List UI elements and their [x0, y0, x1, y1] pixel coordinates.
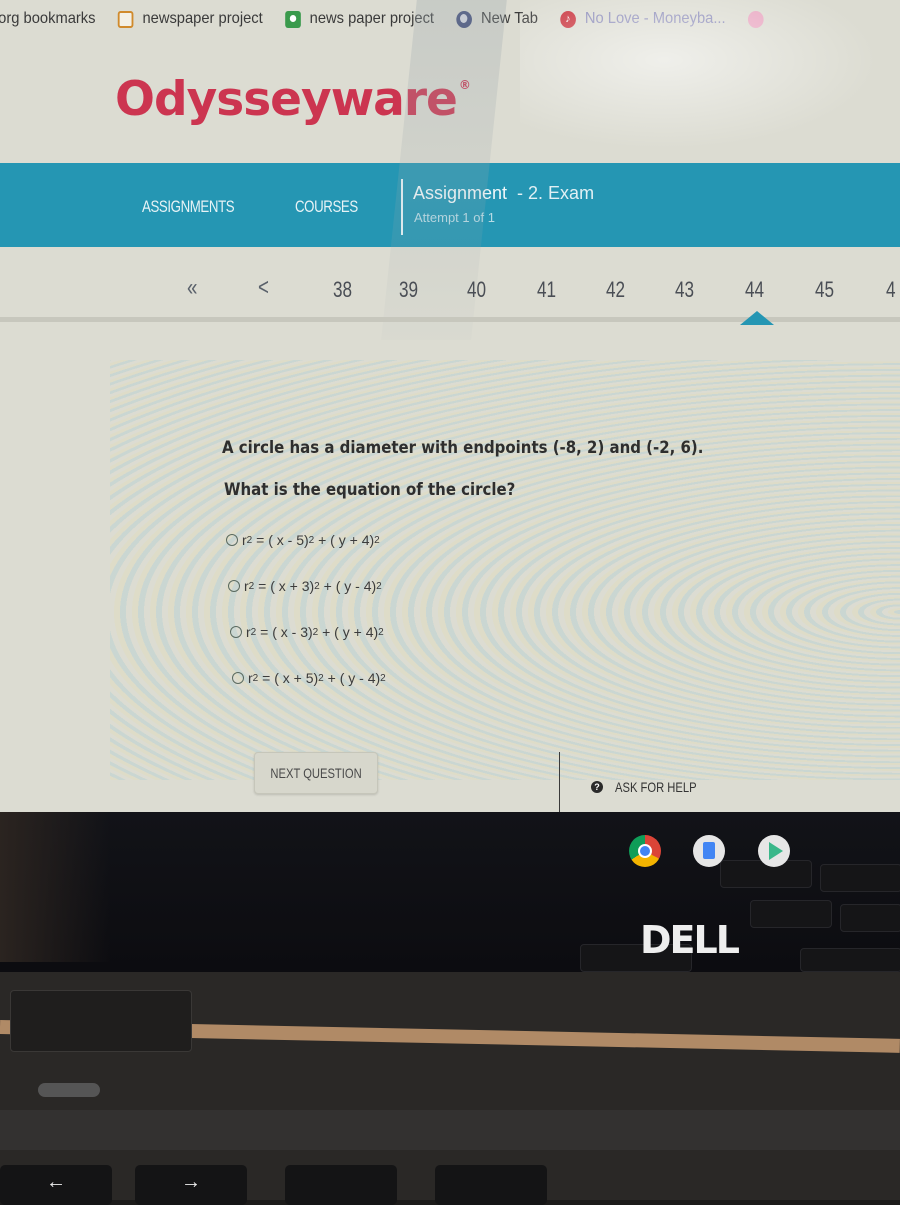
answer-options: r2 = ( x - 5) 2 + ( y + 4) 2 r2 = ( x + 3)…: [226, 517, 386, 701]
bookmark-label: org bookmarks: [0, 10, 96, 27]
ask-for-help-label: ASK FOR HELP: [615, 779, 697, 795]
option-term-x: x + 5: [282, 670, 314, 686]
bezel-shadow: [0, 812, 110, 962]
globe-icon: [456, 10, 472, 28]
odysseyware-logo[interactable]: Odysseyware ®: [115, 72, 471, 127]
page-40[interactable]: 40: [467, 277, 486, 303]
play-store-icon: [758, 835, 790, 867]
next-question-button[interactable]: NEXT QUESTION: [254, 752, 378, 794]
main-nav: ASSIGNMENTS COURSES Assignment - 2. Exam …: [0, 163, 900, 247]
question-prompt: What is the equation of the circle?: [224, 480, 516, 500]
dell-logo: DELL: [640, 918, 740, 962]
option-term-x: x - 5: [276, 532, 304, 548]
music-icon: ♪: [560, 10, 576, 28]
bookmark-label: newspaper project: [142, 10, 263, 27]
bookmark-news-paper-project[interactable]: news paper project: [284, 10, 435, 28]
option-term-x: x + 3: [278, 578, 310, 594]
radio-button[interactable]: [232, 672, 244, 684]
ask-for-help-button[interactable]: ? ASK FOR HELP: [591, 779, 717, 795]
help-icon: ?: [591, 781, 603, 793]
assignment-name: - 2. Exam: [517, 183, 595, 203]
next-question-label: NEXT QUESTION: [270, 765, 362, 781]
bookmark-overflow[interactable]: [747, 10, 773, 28]
option-term-y: y - 4: [344, 578, 372, 594]
answer-option[interactable]: r2 = ( x - 5) 2 + ( y + 4) 2: [226, 517, 386, 563]
nav-assignments[interactable]: ASSIGNMENTS: [142, 197, 235, 217]
keyboard-row: ← →: [0, 1165, 900, 1205]
page-42[interactable]: 42: [606, 277, 625, 303]
nav-divider: [401, 179, 403, 235]
page-43[interactable]: 43: [675, 277, 694, 303]
bookmark-new-tab[interactable]: New Tab: [456, 10, 538, 28]
option-term-y: y + 4: [342, 624, 374, 640]
bookmark-org-bookmarks[interactable]: org bookmarks: [0, 10, 96, 28]
first-page-button[interactable]: «: [187, 274, 197, 302]
radio-button[interactable]: [228, 580, 240, 592]
answer-option[interactable]: r2 = ( x + 5) 2 + ( y - 4) 2: [232, 655, 386, 701]
option-term-y: y - 4: [348, 670, 376, 686]
radio-button[interactable]: [230, 626, 242, 638]
page-41[interactable]: 41: [537, 277, 556, 303]
nav-courses[interactable]: COURSES: [295, 197, 358, 217]
assignment-title: Assignment - 2. Exam: [413, 183, 594, 204]
page-39[interactable]: 39: [399, 277, 418, 303]
forward-key: →: [135, 1165, 247, 1205]
question-text: A circle has a diameter with endpoints (…: [222, 438, 704, 458]
music-icon: [747, 10, 764, 28]
bookmark-label: news paper project: [309, 10, 435, 27]
footer-divider: [559, 752, 560, 814]
attempt-counter: Attempt 1 of 1: [414, 210, 495, 225]
radio-button[interactable]: [226, 534, 238, 546]
chrome-icon: [629, 835, 661, 867]
answer-option[interactable]: r2 = ( x - 3) 2 + ( y + 4) 2: [230, 609, 386, 655]
bookmark-label: New Tab: [480, 10, 538, 27]
page-38[interactable]: 38: [333, 277, 352, 303]
key: [285, 1165, 397, 1205]
option-term-y: y + 4: [338, 532, 370, 548]
back-key: ←: [0, 1165, 112, 1205]
page-46[interactable]: 4: [886, 277, 896, 303]
current-page-indicator: [740, 311, 774, 325]
bookmark-newspaper-project[interactable]: newspaper project: [117, 10, 263, 28]
logo-text: Odysseyware: [115, 72, 458, 127]
assignment-label: Assignment: [413, 183, 508, 203]
key: [435, 1165, 547, 1205]
docs-icon: [693, 835, 725, 867]
option-term-x: x - 3: [280, 624, 308, 640]
folder-icon: [117, 10, 134, 28]
question-pager: « < 38 39 40 41 42 43 44 45 4: [0, 255, 900, 325]
answer-option[interactable]: r2 = ( x + 3) 2 + ( y - 4) 2: [228, 563, 386, 609]
classroom-icon: [284, 10, 301, 28]
palm-rest: [0, 1110, 900, 1150]
hinge-block: [10, 990, 192, 1052]
status-led: [38, 1083, 100, 1097]
bookmark-no-love[interactable]: ♪ No Love - Moneyba...: [560, 10, 726, 28]
bookmark-label: No Love - Moneyba...: [584, 10, 726, 27]
bookmarks-bar: org bookmarks newspaper project news pap…: [0, 0, 828, 38]
page-45[interactable]: 45: [815, 277, 834, 303]
prev-page-button[interactable]: <: [258, 274, 269, 302]
screen: org bookmarks newspaper project news pap…: [0, 0, 900, 815]
page-44-current[interactable]: 44: [745, 277, 764, 303]
registered-mark: ®: [458, 78, 471, 92]
